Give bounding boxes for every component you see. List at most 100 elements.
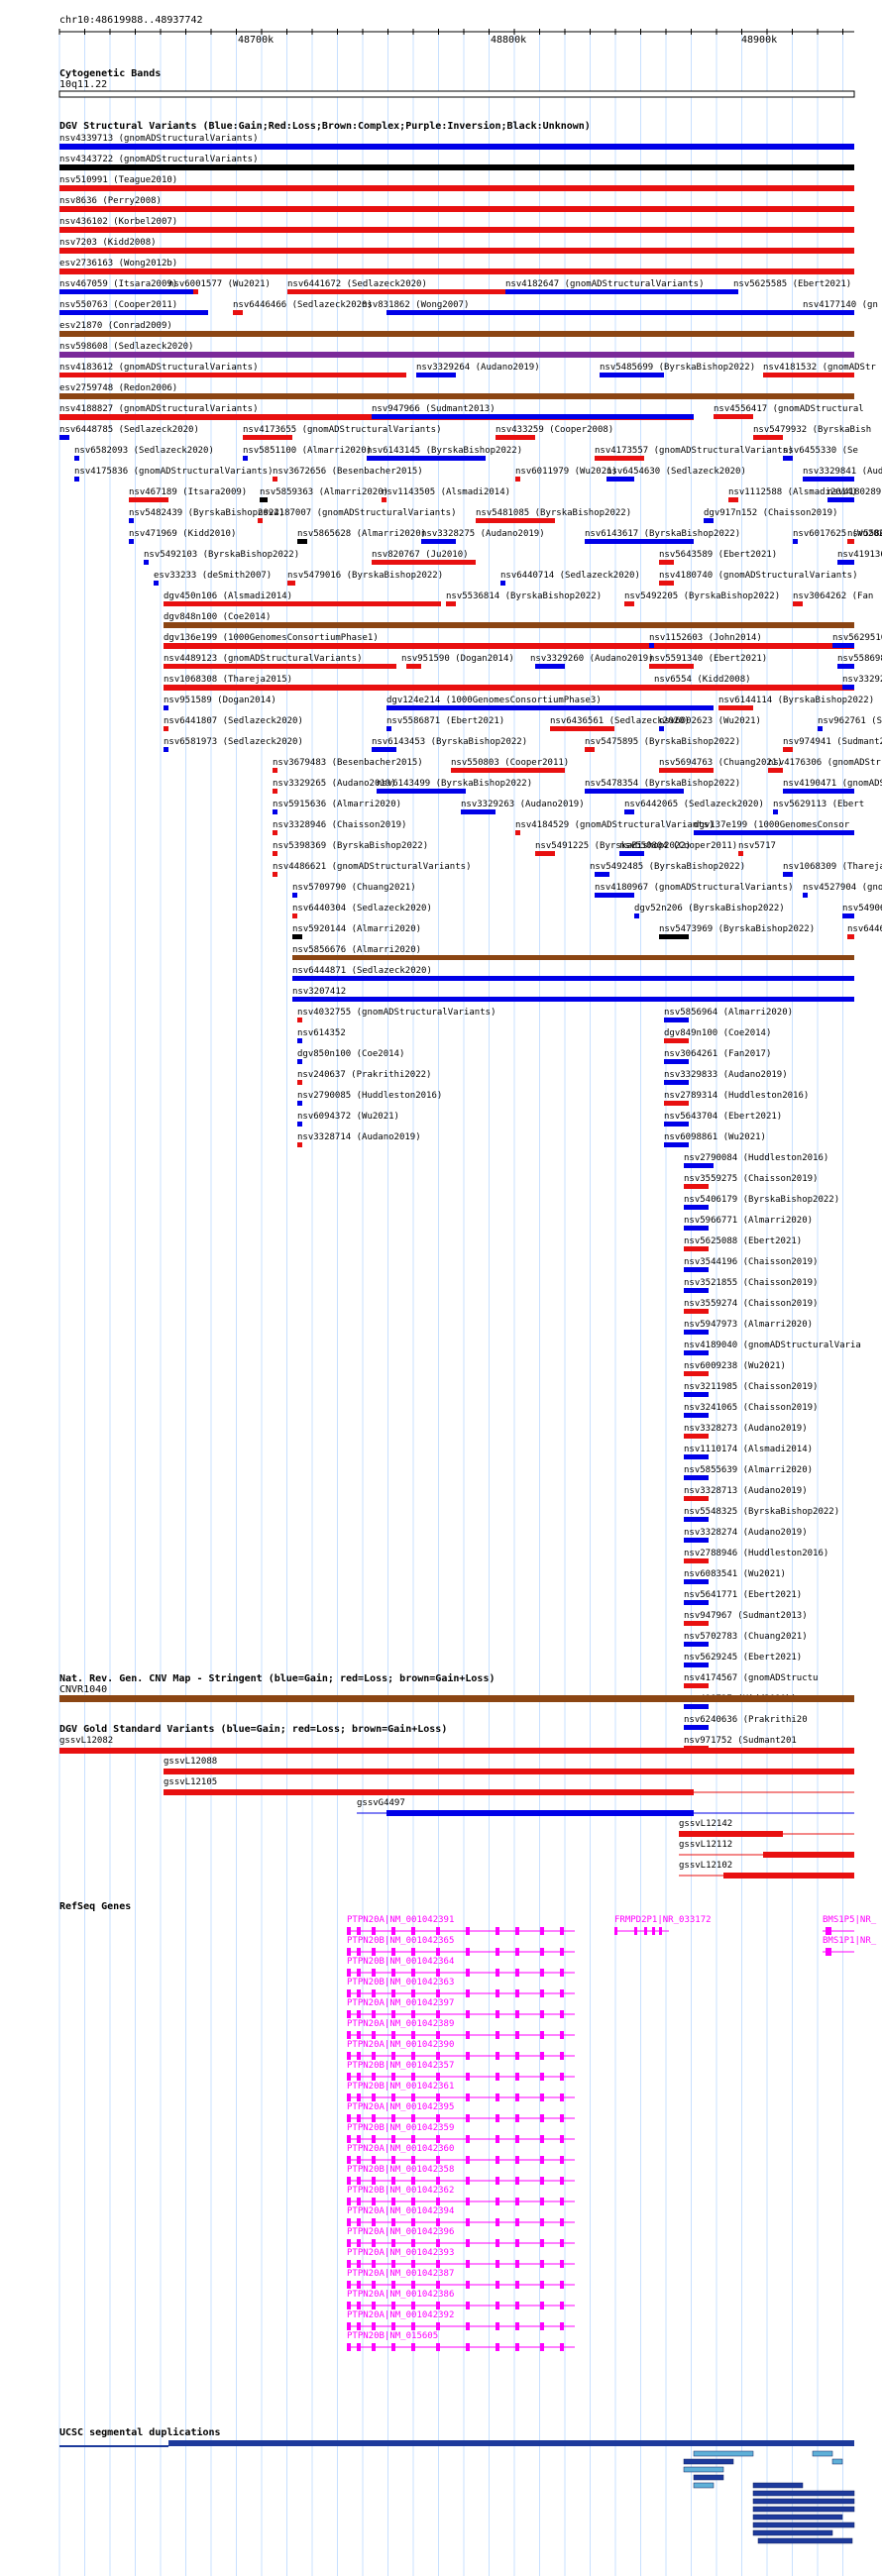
dgv-variant-bar[interactable] xyxy=(803,477,854,482)
refseq-gene-exon[interactable] xyxy=(357,1948,361,1956)
segdup-bar[interactable] xyxy=(752,2529,833,2536)
refseq-gene-exon[interactable] xyxy=(347,1927,351,1935)
dgv-variant-bar[interactable] xyxy=(59,435,69,440)
dgv-variant-bar[interactable] xyxy=(664,1059,689,1064)
dgv-variant-bar[interactable] xyxy=(684,1226,709,1231)
dgv-variant-bar[interactable] xyxy=(59,185,854,191)
refseq-gene-exon[interactable] xyxy=(466,1989,470,1997)
segdup-bar[interactable] xyxy=(59,2445,168,2447)
dgv-variant-bar[interactable] xyxy=(763,373,854,377)
refseq-gene-exon[interactable] xyxy=(515,2322,519,2330)
refseq-gene-exon[interactable] xyxy=(515,2010,519,2018)
dgv-variant-bar[interactable] xyxy=(684,1330,709,1335)
refseq-gene-exon[interactable] xyxy=(466,2031,470,2039)
refseq-gene-exon[interactable] xyxy=(411,2239,415,2247)
refseq-gene-exon[interactable] xyxy=(357,2260,361,2268)
dgv-variant-bar[interactable] xyxy=(684,1558,709,1563)
refseq-gene-exon[interactable] xyxy=(411,2218,415,2226)
dgv-variant-bar[interactable] xyxy=(273,789,277,794)
refseq-gene-exon[interactable] xyxy=(466,2114,470,2122)
dgv-variant-bar[interactable] xyxy=(59,227,854,233)
gold-variant-bar[interactable] xyxy=(763,1852,854,1858)
refseq-gene-exon[interactable] xyxy=(411,2114,415,2122)
refseq-gene-exon[interactable] xyxy=(515,2218,519,2226)
dgv-variant-bar[interactable] xyxy=(728,497,738,502)
dgv-variant-bar[interactable] xyxy=(595,893,634,898)
refseq-gene-exon[interactable] xyxy=(466,1927,470,1935)
dgv-variant-bar[interactable] xyxy=(783,747,793,752)
dgv-variant-bar[interactable] xyxy=(684,1496,709,1501)
refseq-gene-exon[interactable] xyxy=(372,2052,376,2060)
gold-variant-bar[interactable] xyxy=(59,1748,854,1754)
dgv-variant-bar[interactable] xyxy=(535,851,555,856)
refseq-gene-exon[interactable] xyxy=(347,2073,351,2081)
refseq-gene-exon[interactable] xyxy=(411,2177,415,2185)
refseq-gene-exon[interactable] xyxy=(560,2031,564,2039)
dgv-variant-bar[interactable] xyxy=(684,1267,709,1272)
dgv-variant-bar[interactable] xyxy=(297,1101,302,1106)
refseq-gene-exon[interactable] xyxy=(372,2260,376,2268)
dgv-variant-bar[interactable] xyxy=(59,248,854,254)
dgv-variant-bar[interactable] xyxy=(59,310,208,315)
dgv-variant-bar[interactable] xyxy=(292,934,302,939)
refseq-gene-exon[interactable] xyxy=(466,2073,470,2081)
dgv-variant-bar[interactable] xyxy=(386,310,803,315)
refseq-gene-exon[interactable] xyxy=(436,2260,440,2268)
refseq-gene-exon[interactable] xyxy=(347,1948,351,1956)
refseq-gene-exon[interactable] xyxy=(496,2031,499,2039)
dgv-variant-bar[interactable] xyxy=(164,747,168,752)
dgv-variant-bar[interactable] xyxy=(59,352,854,358)
dgv-variant-bar[interactable] xyxy=(421,539,456,544)
refseq-gene-exon[interactable] xyxy=(391,1969,395,1977)
segdup-bar[interactable] xyxy=(752,2522,855,2528)
dgv-variant-bar[interactable] xyxy=(585,789,684,794)
refseq-gene-exon[interactable] xyxy=(515,2198,519,2205)
refseq-gene-exon[interactable] xyxy=(560,2010,564,2018)
refseq-gene-exon[interactable] xyxy=(496,2322,499,2330)
dgv-variant-bar[interactable] xyxy=(386,705,714,710)
refseq-gene-exon[interactable] xyxy=(411,2156,415,2164)
refseq-gene-exon[interactable] xyxy=(560,1969,564,1977)
refseq-gene-exon[interactable] xyxy=(347,2302,351,2309)
dgv-variant-bar[interactable] xyxy=(59,164,854,170)
dgv-variant-bar[interactable] xyxy=(129,497,168,502)
segdup-bar[interactable] xyxy=(757,2537,853,2544)
refseq-gene-exon[interactable] xyxy=(540,2114,544,2122)
refseq-gene-exon[interactable] xyxy=(496,1989,499,1997)
refseq-gene-exon[interactable] xyxy=(540,1989,544,1997)
dgv-variant-bar[interactable] xyxy=(59,144,854,150)
dgv-variant-bar[interactable] xyxy=(847,539,854,544)
refseq-gene-exon[interactable] xyxy=(540,2073,544,2081)
dgv-variant-bar[interactable] xyxy=(753,435,783,440)
refseq-gene-exon[interactable] xyxy=(496,2073,499,2081)
refseq-gene-exon[interactable] xyxy=(540,2031,544,2039)
dgv-variant-bar[interactable] xyxy=(684,1434,709,1439)
refseq-gene-exon[interactable] xyxy=(466,2156,470,2164)
refseq-gene-exon[interactable] xyxy=(411,1948,415,1956)
refseq-gene-exon[interactable] xyxy=(560,2114,564,2122)
refseq-gene-exon[interactable] xyxy=(357,2218,361,2226)
dgv-variant-bar[interactable] xyxy=(154,581,159,586)
dgv-variant-bar[interactable] xyxy=(287,581,295,586)
segdup-bar[interactable] xyxy=(752,2514,843,2521)
refseq-gene-exon[interactable] xyxy=(496,1948,499,1956)
dgv-variant-bar[interactable] xyxy=(847,934,854,939)
segdup-bar[interactable] xyxy=(812,2450,833,2457)
dgv-variant-bar[interactable] xyxy=(684,1288,709,1293)
dgv-variant-bar[interactable] xyxy=(260,497,268,502)
refseq-gene-exon[interactable] xyxy=(560,2073,564,2081)
dgv-variant-bar[interactable] xyxy=(297,1142,302,1147)
dgv-variant-bar[interactable] xyxy=(624,809,634,814)
dgv-variant-bar[interactable] xyxy=(659,768,714,773)
dgv-variant-bar[interactable] xyxy=(372,414,694,419)
refseq-gene-exon[interactable] xyxy=(391,2302,395,2309)
dgv-variant-bar[interactable] xyxy=(258,518,263,523)
refseq-gene-exon[interactable] xyxy=(466,2218,470,2226)
refseq-gene-exon[interactable] xyxy=(466,2281,470,2289)
dgv-variant-bar[interactable] xyxy=(664,1038,689,1043)
refseq-gene-exon[interactable] xyxy=(372,2093,376,2101)
refseq-gene-exon[interactable] xyxy=(436,2135,440,2143)
refseq-gene-exon[interactable] xyxy=(391,2114,395,2122)
dgv-variant-bar[interactable] xyxy=(664,1080,689,1085)
segdup-bar[interactable] xyxy=(693,2482,715,2489)
